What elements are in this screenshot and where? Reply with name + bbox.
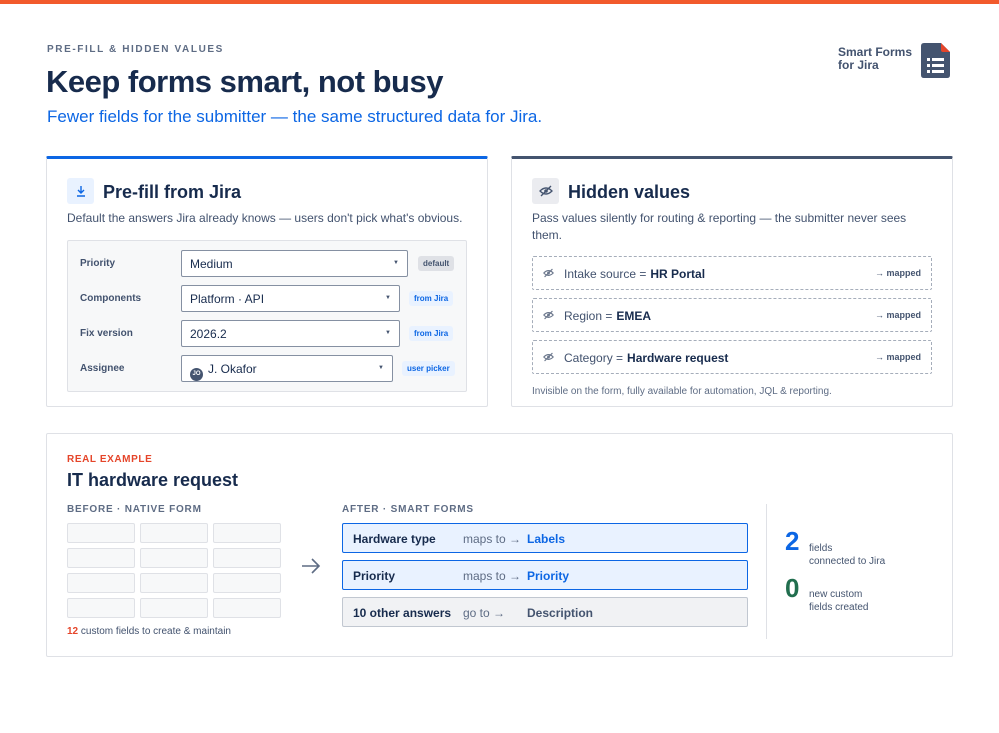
hidden-value: EMEA bbox=[616, 309, 652, 323]
page-subtitle: Fewer fields for the submitter — the sam… bbox=[47, 107, 543, 126]
grid-cell bbox=[67, 598, 135, 618]
mapping-target: Labels bbox=[527, 532, 566, 546]
form-document-icon bbox=[921, 43, 950, 78]
fix-version-select[interactable]: 2026.2 ▼ bbox=[181, 320, 400, 347]
select-value: Platform · API bbox=[190, 292, 265, 306]
native-form-note: 12 custom fields to create & maintain bbox=[67, 626, 231, 637]
select-value: J. Okafor bbox=[208, 362, 257, 376]
grid-cell bbox=[213, 548, 281, 568]
select-value: 2026.2 bbox=[190, 327, 227, 341]
mapping-verb: go to → bbox=[463, 606, 506, 620]
native-field-count: 12 bbox=[67, 626, 79, 637]
grid-cell bbox=[140, 548, 208, 568]
new-fields-count: 0 bbox=[785, 573, 800, 603]
mapping-field: Priority bbox=[353, 569, 396, 583]
grid-cell bbox=[213, 598, 281, 618]
prefill-form-preview: Priority Medium ▼ default Components Pla… bbox=[67, 240, 467, 392]
form-row-fix-version: Fix version 2026.2 ▼ from Jira bbox=[68, 320, 468, 347]
download-icon bbox=[67, 178, 94, 204]
form-row-assignee: Assignee JO J. Okafor ▼ user picker bbox=[68, 355, 468, 382]
grid-cell bbox=[140, 523, 208, 543]
grid-cell bbox=[67, 523, 135, 543]
field-label: Fix version bbox=[80, 328, 133, 339]
prefill-title: Pre-fill from Jira bbox=[103, 182, 242, 202]
hidden-value-row: Intake source = HR Portal → mapped bbox=[532, 256, 932, 290]
default-tag: default bbox=[418, 256, 455, 271]
mapped-status: → mapped bbox=[874, 352, 921, 362]
mapping-field: Hardware type bbox=[353, 532, 436, 546]
before-label: BEFORE · NATIVE FORM bbox=[67, 504, 202, 515]
mapping-verb: maps to → bbox=[463, 569, 522, 583]
select-value: Medium bbox=[190, 257, 233, 271]
from-jira-tag: from Jira bbox=[409, 326, 454, 341]
page-title: Keep forms smart, not busy bbox=[46, 64, 443, 99]
eye-off-icon bbox=[543, 352, 554, 362]
hidden-values-card: Hidden values Pass values silently for r… bbox=[511, 156, 953, 407]
hidden-value-label: Category = Hardware request bbox=[564, 351, 729, 365]
field-label: Priority bbox=[80, 258, 116, 269]
example-card: REAL EXAMPLE IT hardware request BEFORE … bbox=[46, 433, 953, 657]
eye-off-icon bbox=[543, 268, 554, 278]
example-eyebrow: REAL EXAMPLE bbox=[67, 454, 153, 465]
mapping-row: Hardware type maps to → Labels bbox=[342, 523, 748, 553]
grid-cell bbox=[213, 573, 281, 593]
eye-off-icon bbox=[532, 178, 559, 204]
hidden-value-row: Region = EMEA → mapped bbox=[532, 298, 932, 332]
brand-line-2: for Jira bbox=[838, 58, 879, 72]
mapping-row: 10 other answers go to → Description bbox=[342, 597, 748, 627]
hidden-value-label: Intake source = HR Portal bbox=[564, 267, 706, 281]
hidden-value: Hardware request bbox=[627, 351, 729, 365]
mapped-status: → mapped bbox=[874, 268, 921, 278]
field-label: Assignee bbox=[80, 363, 125, 374]
form-row-priority: Priority Medium ▼ default bbox=[68, 250, 468, 277]
chevron-down-icon: ▼ bbox=[393, 260, 399, 266]
chevron-down-icon: ▼ bbox=[385, 295, 391, 301]
grid-cell bbox=[213, 523, 281, 543]
priority-select[interactable]: Medium ▼ bbox=[181, 250, 408, 277]
mapped-status: → mapped bbox=[874, 310, 921, 320]
grid-cell bbox=[67, 573, 135, 593]
after-label: AFTER · SMART FORMS bbox=[342, 504, 474, 515]
prefill-card: Pre-fill from Jira Default the answers J… bbox=[46, 156, 488, 407]
eye-off-icon bbox=[543, 310, 554, 320]
grid-cell bbox=[140, 598, 208, 618]
hidden-value-row: Category = Hardware request → mapped bbox=[532, 340, 932, 374]
grid-cell bbox=[67, 548, 135, 568]
new-fields-label: new custom fields created bbox=[809, 589, 869, 613]
field-label: Components bbox=[80, 293, 142, 304]
hidden-value-label: Region = EMEA bbox=[564, 309, 652, 323]
mapping-field: 10 other answers bbox=[353, 606, 452, 620]
grid-cell bbox=[140, 573, 208, 593]
hidden-values-footnote: Invisible on the form, fully available f… bbox=[532, 386, 832, 397]
top-accent-bar bbox=[0, 0, 999, 4]
hidden-value: HR Portal bbox=[650, 267, 706, 281]
mapping-row: Priority maps to → Priority bbox=[342, 560, 748, 590]
divider bbox=[766, 504, 767, 639]
hidden-values-title: Hidden values bbox=[568, 182, 691, 202]
user-picker-tag: user picker bbox=[402, 361, 455, 376]
brand-name: Smart Forms for Jira bbox=[838, 46, 912, 72]
prefill-description: Default the answers Jira already knows —… bbox=[67, 211, 463, 225]
chevron-down-icon: ▼ bbox=[385, 330, 391, 336]
mapping-target: Priority bbox=[527, 569, 570, 583]
avatar: JO bbox=[190, 368, 203, 381]
mapping-verb: maps to → bbox=[463, 532, 522, 546]
connected-fields-count: 2 bbox=[785, 526, 800, 556]
arrow-right-icon bbox=[302, 558, 321, 574]
page-eyebrow: PRE-FILL & HIDDEN VALUES bbox=[47, 44, 224, 55]
chevron-down-icon: ▼ bbox=[378, 365, 384, 371]
mapping-target: Description bbox=[527, 606, 594, 620]
example-title: IT hardware request bbox=[67, 470, 239, 490]
components-select[interactable]: Platform · API ▼ bbox=[181, 285, 400, 312]
assignee-picker[interactable]: JO J. Okafor ▼ bbox=[181, 355, 393, 382]
form-row-components: Components Platform · API ▼ from Jira bbox=[68, 285, 468, 312]
connected-fields-label: fields connected to Jira bbox=[809, 543, 886, 567]
from-jira-tag: from Jira bbox=[409, 291, 454, 306]
hidden-values-description: Pass values silently for routing & repor… bbox=[532, 211, 907, 242]
